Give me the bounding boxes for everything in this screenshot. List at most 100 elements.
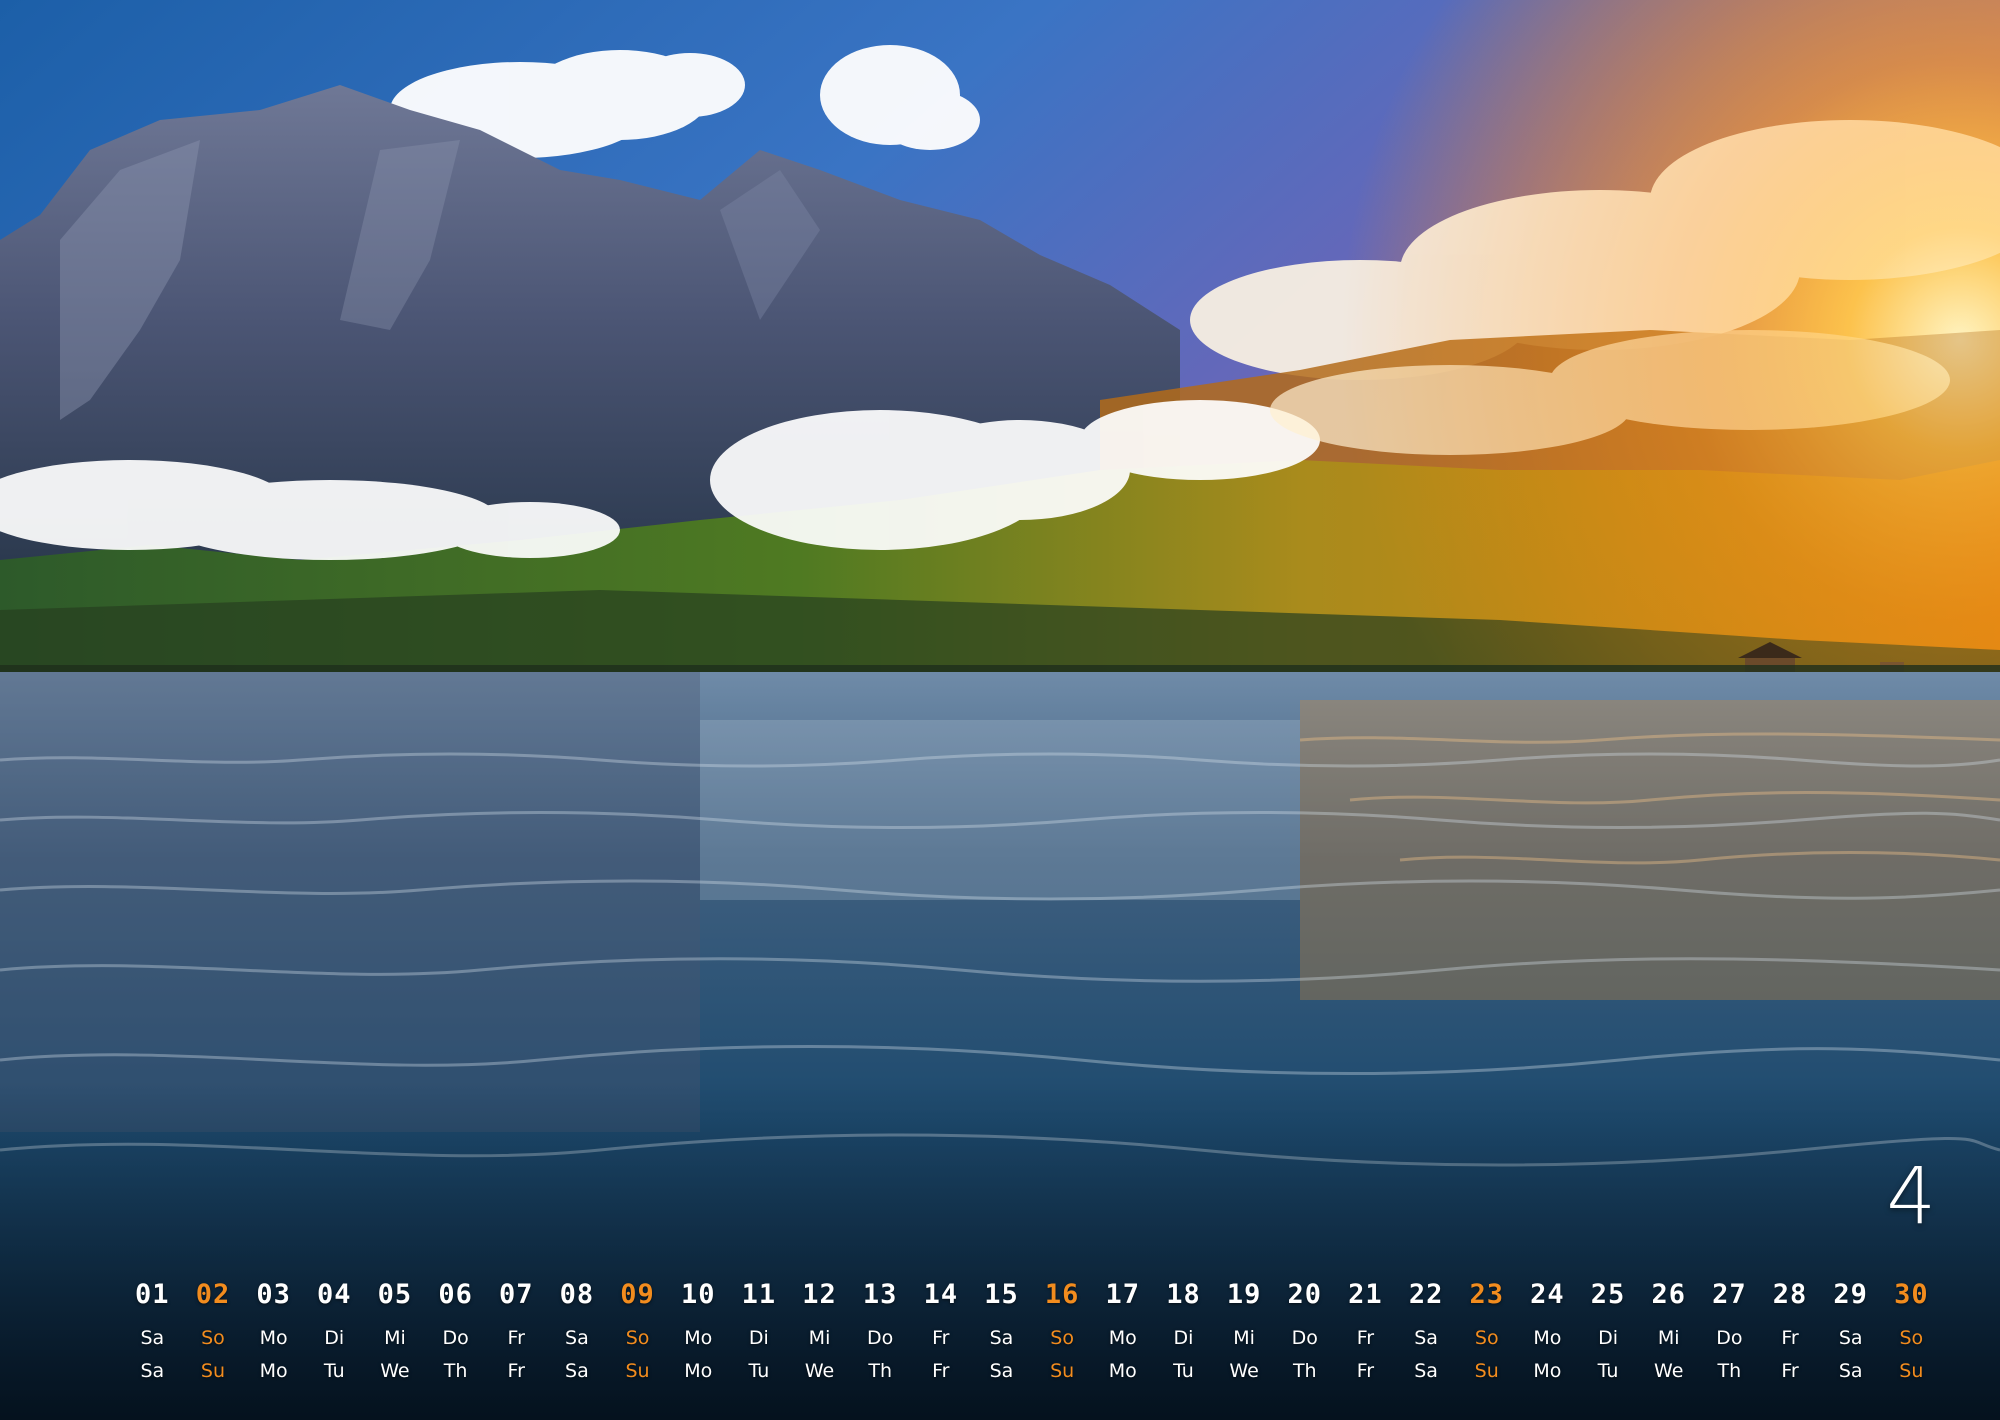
day-column: 12 Mi We	[789, 1278, 850, 1388]
weekday-german: So	[1899, 1327, 1924, 1349]
day-column: 25 Di Tu	[1578, 1278, 1639, 1388]
day-number: 01	[135, 1279, 170, 1310]
day-column: 29 Sa Sa	[1820, 1278, 1881, 1388]
day-number: 14	[923, 1279, 959, 1310]
day-number: 07	[498, 1279, 534, 1310]
weekday-german: Mo	[1533, 1327, 1562, 1349]
weekday-german: Do	[1291, 1327, 1318, 1349]
day-column: 26 Mi We	[1638, 1278, 1699, 1388]
day-column: 20 Do Th	[1274, 1278, 1335, 1388]
weekday-english: Su	[1050, 1360, 1075, 1382]
day-number: 19	[1226, 1279, 1262, 1310]
weekday-english: Sa	[1838, 1360, 1863, 1382]
calendar-strip: 01 Sa Sa 02 So Su 03 Mo Mo 04 Di Tu 05 Mi We 06 Do Th 07 Fr…	[122, 1278, 1942, 1388]
weekday-english: Tu	[1597, 1360, 1619, 1382]
weekday-english: Th	[868, 1360, 892, 1382]
day-column: 16 So Su	[1032, 1278, 1093, 1388]
weekday-german: Fr	[1356, 1327, 1375, 1349]
day-number: 18	[1166, 1279, 1201, 1310]
weekday-english: Tu	[1173, 1360, 1194, 1382]
weekday-english: Su	[200, 1360, 225, 1382]
weekday-english: We	[804, 1360, 835, 1382]
weekday-german: Di	[1173, 1327, 1194, 1349]
weekday-english: Fr	[1356, 1360, 1375, 1382]
day-number: 06	[438, 1279, 473, 1310]
day-number: 11	[741, 1279, 777, 1310]
day-number: 22	[1408, 1279, 1444, 1310]
day-column: 22 Sa Sa	[1396, 1278, 1457, 1388]
day-number: 08	[559, 1279, 595, 1310]
day-number: 29	[1833, 1279, 1868, 1310]
weekday-german: Fr	[1781, 1327, 1799, 1349]
weekday-english: Su	[625, 1360, 650, 1382]
day-column: 21 Fr Fr	[1335, 1278, 1396, 1388]
day-column: 13 Do Th	[850, 1278, 911, 1388]
day-number: 23	[1469, 1279, 1504, 1310]
weekday-german: Mi	[808, 1327, 831, 1349]
month-number: 4	[1886, 1152, 1936, 1242]
weekday-english: Mo	[684, 1360, 713, 1382]
weekday-english: Th	[1717, 1360, 1742, 1382]
landscape-photo	[0, 0, 2000, 1420]
weekday-german: Di	[1598, 1327, 1618, 1349]
weekday-german: So	[201, 1327, 225, 1349]
weekday-english: Mo	[1108, 1360, 1137, 1382]
day-column: 23 So Su	[1456, 1278, 1517, 1388]
weekday-german: Di	[324, 1327, 345, 1349]
day-column: 05 Mi We	[365, 1278, 426, 1388]
day-number: 26	[1651, 1279, 1686, 1310]
weekday-german: Mo	[259, 1327, 288, 1349]
day-number: 30	[1894, 1279, 1929, 1310]
day-column: 08 Sa Sa	[547, 1278, 608, 1388]
day-column: 01 Sa Sa	[122, 1278, 183, 1388]
weekday-german: Sa	[140, 1327, 165, 1349]
day-number: 04	[317, 1279, 352, 1310]
day-column: 30 So Su	[1881, 1278, 1942, 1388]
weekday-english: Sa	[565, 1360, 589, 1382]
day-column: 17 Mo Mo	[1093, 1278, 1154, 1388]
day-number: 16	[1044, 1279, 1080, 1310]
weekday-english: We	[1654, 1360, 1684, 1382]
day-column: 14 Fr Fr	[911, 1278, 972, 1388]
weekday-german: Sa	[1414, 1327, 1438, 1349]
weekday-english: Su	[1899, 1360, 1924, 1382]
weekday-english: Sa	[140, 1360, 165, 1382]
weekday-german: Mi	[1233, 1327, 1255, 1349]
day-column: 11 Di Tu	[729, 1278, 790, 1388]
weekday-german: Sa	[1838, 1327, 1863, 1349]
day-number: 12	[802, 1279, 837, 1310]
day-number: 27	[1712, 1279, 1747, 1310]
day-number: 21	[1348, 1279, 1383, 1310]
weekday-english: We	[1229, 1360, 1259, 1382]
day-number: 13	[862, 1279, 898, 1310]
weekday-german: Mi	[1657, 1327, 1680, 1349]
day-number: 24	[1530, 1279, 1565, 1310]
day-column: 18 Di Tu	[1153, 1278, 1214, 1388]
weekday-english: Mo	[259, 1360, 288, 1382]
weekday-english: Su	[1474, 1360, 1499, 1382]
weekday-german: Do	[1716, 1327, 1743, 1349]
weekday-german: Mo	[684, 1327, 713, 1349]
weekday-english: Tu	[323, 1360, 345, 1382]
weekday-english: Fr	[507, 1360, 525, 1382]
day-column: 07 Fr Fr	[486, 1278, 547, 1388]
day-column: 27 Do Th	[1699, 1278, 1760, 1388]
weekday-german: So	[1050, 1327, 1074, 1349]
day-number: 09	[620, 1279, 655, 1310]
weekday-german: Fr	[507, 1327, 525, 1349]
day-number: 17	[1105, 1279, 1141, 1310]
weekday-german: Sa	[989, 1327, 1014, 1349]
day-column: 15 Sa Sa	[971, 1278, 1032, 1388]
day-column: 04 Di Tu	[304, 1278, 365, 1388]
day-number: 28	[1772, 1279, 1808, 1310]
weekday-english: Tu	[748, 1360, 770, 1382]
weekday-english: Mo	[1533, 1360, 1562, 1382]
day-column: 06 Do Th	[425, 1278, 486, 1388]
weekday-german: Do	[442, 1327, 469, 1349]
day-column: 03 Mo Mo	[243, 1278, 304, 1388]
day-number: 03	[256, 1279, 291, 1310]
weekday-german: Fr	[932, 1327, 950, 1349]
day-number: 05	[377, 1279, 413, 1310]
day-column: 09 So Su	[607, 1278, 668, 1388]
weekday-german: Do	[867, 1327, 894, 1349]
